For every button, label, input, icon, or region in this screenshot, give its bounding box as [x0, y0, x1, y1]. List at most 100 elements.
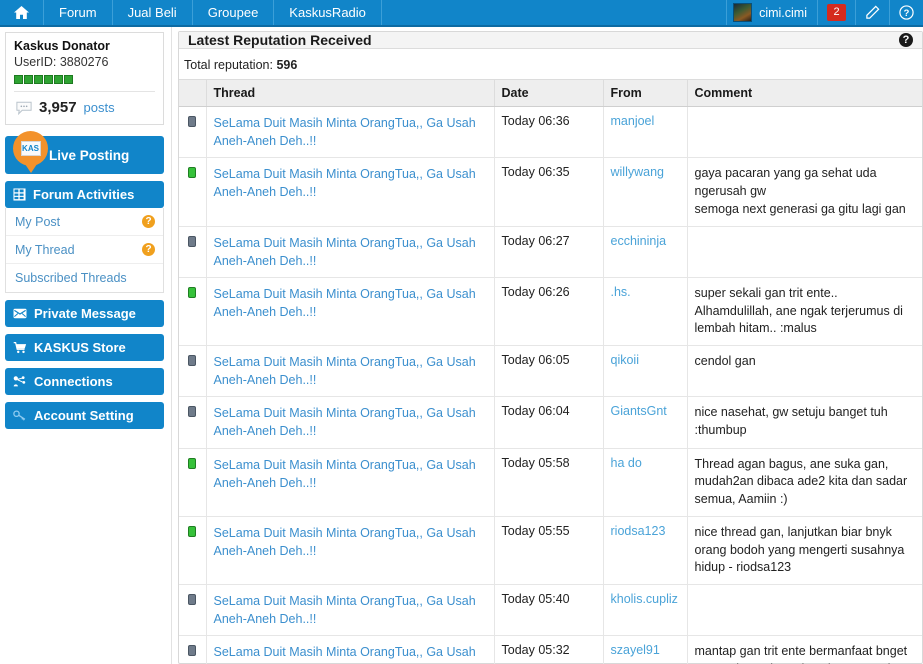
sidebar-item-private-message[interactable]: Private Message	[5, 300, 164, 327]
nav-item-label: Jual Beli	[127, 5, 177, 20]
nav-item-label: Forum	[59, 5, 97, 20]
user-link[interactable]: kholis.cupliz	[611, 592, 678, 606]
user-link[interactable]: willywang	[611, 165, 665, 179]
comment-cell: nice thread gan, lanjutkan biar bnyk ora…	[687, 516, 922, 586]
sidebar-item-forum-activities[interactable]: Forum Activities	[5, 181, 164, 208]
table-row: SeLama Duit Masih Minta OrangTua,, Ga Us…	[179, 635, 922, 664]
date-cell: Today 06:26	[494, 277, 604, 347]
sidebar-item-kaskus-store[interactable]: KASKUS Store	[5, 334, 164, 361]
date-cell: Today 06:36	[494, 106, 604, 159]
date-cell: Today 05:55	[494, 516, 604, 586]
thread-link[interactable]: SeLama Duit Masih Minta OrangTua,, Ga Us…	[214, 114, 487, 150]
user-link[interactable]: szayel91	[611, 643, 660, 657]
question-circle-icon[interactable]: ?	[142, 215, 155, 228]
reputation-bars	[14, 75, 155, 84]
nav-item-jual-beli[interactable]: Jual Beli	[113, 0, 193, 25]
reputation-bar	[64, 75, 73, 84]
cendol-green-icon	[188, 525, 197, 537]
question-circle-icon[interactable]: ?	[142, 243, 155, 256]
from-cell: willywang	[603, 157, 688, 227]
main-content: Latest Reputation Received ? Total reput…	[172, 27, 923, 664]
user-link[interactable]: manjoel	[611, 114, 655, 128]
sidebar-item-account-setting[interactable]: Account Setting	[5, 402, 164, 429]
username-label: cimi.cimi	[759, 5, 807, 20]
cart-icon	[13, 341, 27, 354]
thread-cell: SeLama Duit Masih Minta OrangTua,, Ga Us…	[206, 584, 495, 637]
page-layout: Kaskus Donator UserID: 3880276 3,957 pos…	[0, 27, 923, 664]
table-row: SeLama Duit Masih Minta OrangTua,, Ga Us…	[179, 345, 922, 398]
notification-badge: 2	[827, 4, 846, 21]
nav-item-label: Groupee	[207, 5, 259, 20]
user-card: Kaskus Donator UserID: 3880276 3,957 pos…	[5, 32, 164, 125]
reputation-panel: Latest Reputation Received ? Total reput…	[178, 31, 923, 664]
user-link[interactable]: ecchininja	[611, 234, 667, 248]
kaskus-pin-icon: KAS	[13, 131, 48, 166]
thread-link[interactable]: SeLama Duit Masih Minta OrangTua,, Ga Us…	[214, 165, 487, 201]
comment-cell	[687, 226, 922, 278]
sidebar-item-connections[interactable]: Connections	[5, 368, 164, 395]
reputation-bar	[54, 75, 63, 84]
posts-counter[interactable]: 3,957 posts	[14, 91, 155, 124]
date-cell: Today 06:27	[494, 226, 604, 278]
home-icon[interactable]	[0, 0, 44, 25]
date-cell: Today 05:58	[494, 448, 604, 517]
thread-link[interactable]: SeLama Duit Masih Minta OrangTua,, Ga Us…	[214, 643, 487, 664]
user-id-label: UserID: 3880276	[14, 55, 109, 69]
sidebar-item-live-posting[interactable]: KAS Live Posting	[5, 131, 164, 174]
help-button[interactable]: ?	[889, 0, 923, 25]
nav-item-forum[interactable]: Forum	[44, 0, 113, 25]
nav-item-groupee[interactable]: Groupee	[193, 0, 275, 25]
sidebar-item-subscribed-threads[interactable]: Subscribed Threads	[6, 264, 163, 292]
user-link[interactable]: riodsa123	[611, 524, 666, 538]
column-header-comment: Comment	[687, 79, 922, 107]
comment-cell: cendol gan	[687, 345, 922, 398]
user-link[interactable]: .hs.	[611, 285, 631, 299]
comment-cell	[687, 584, 922, 637]
thread-link[interactable]: SeLama Duit Masih Minta OrangTua,, Ga Us…	[214, 353, 487, 389]
column-header-thread: Thread	[206, 79, 495, 107]
nav-item-kaskusradio[interactable]: KaskusRadio	[274, 0, 382, 25]
reputation-table-body: SeLama Duit Masih Minta OrangTua,, Ga Us…	[179, 106, 922, 664]
user-menu[interactable]: cimi.cimi	[726, 0, 817, 25]
sidebar-item-label: Connections	[34, 374, 113, 389]
compose-button[interactable]	[855, 0, 889, 25]
reputation-icon-cell	[179, 106, 207, 159]
from-cell: kholis.cupliz	[603, 584, 688, 637]
thread-cell: SeLama Duit Masih Minta OrangTua,, Ga Us…	[206, 635, 495, 664]
notifications-button[interactable]: 2	[817, 0, 855, 25]
help-circle-icon[interactable]: ?	[899, 33, 913, 47]
envelope-icon	[13, 308, 27, 319]
user-link[interactable]: ha do	[611, 456, 642, 470]
reputation-bar	[14, 75, 23, 84]
sidebar-item-my-thread[interactable]: My Thread ?	[6, 236, 163, 264]
svg-text:?: ?	[904, 8, 910, 18]
thread-link[interactable]: SeLama Duit Masih Minta OrangTua,, Ga Us…	[214, 592, 487, 628]
reputation-icon-cell	[179, 277, 207, 347]
connections-icon	[13, 376, 26, 387]
panel-header: Latest Reputation Received ?	[179, 32, 922, 49]
thread-link[interactable]: SeLama Duit Masih Minta OrangTua,, Ga Us…	[214, 234, 487, 270]
sidebar-item-my-post[interactable]: My Post ?	[6, 208, 163, 236]
thread-cell: SeLama Duit Masih Minta OrangTua,, Ga Us…	[206, 345, 495, 398]
user-link[interactable]: qikoii	[611, 353, 640, 367]
posts-label: posts	[83, 100, 115, 115]
thread-link[interactable]: SeLama Duit Masih Minta OrangTua,, Ga Us…	[214, 456, 487, 492]
user-link[interactable]: GiantsGnt	[611, 404, 667, 418]
thread-link[interactable]: SeLama Duit Masih Minta OrangTua,, Ga Us…	[214, 524, 487, 560]
from-cell: ha do	[603, 448, 688, 517]
reputation-icon-cell	[179, 448, 207, 517]
table-row: SeLama Duit Masih Minta OrangTua,, Ga Us…	[179, 226, 922, 278]
total-reputation-label: Total reputation:	[184, 58, 273, 72]
column-header-icon	[179, 79, 207, 107]
cendol-gray-icon	[188, 645, 197, 657]
thread-link[interactable]: SeLama Duit Masih Minta OrangTua,, Ga Us…	[214, 285, 487, 321]
reputation-icon-cell	[179, 584, 207, 637]
from-cell: manjoel	[603, 106, 688, 159]
thread-cell: SeLama Duit Masih Minta OrangTua,, Ga Us…	[206, 106, 495, 159]
cendol-gray-icon	[188, 116, 197, 127]
thread-link[interactable]: SeLama Duit Masih Minta OrangTua,, Ga Us…	[214, 404, 487, 440]
donator-title: Kaskus Donator	[14, 39, 110, 53]
reputation-bar	[44, 75, 53, 84]
table-row: SeLama Duit Masih Minta OrangTua,, Ga Us…	[179, 277, 922, 347]
from-cell: szayel91	[603, 635, 688, 664]
